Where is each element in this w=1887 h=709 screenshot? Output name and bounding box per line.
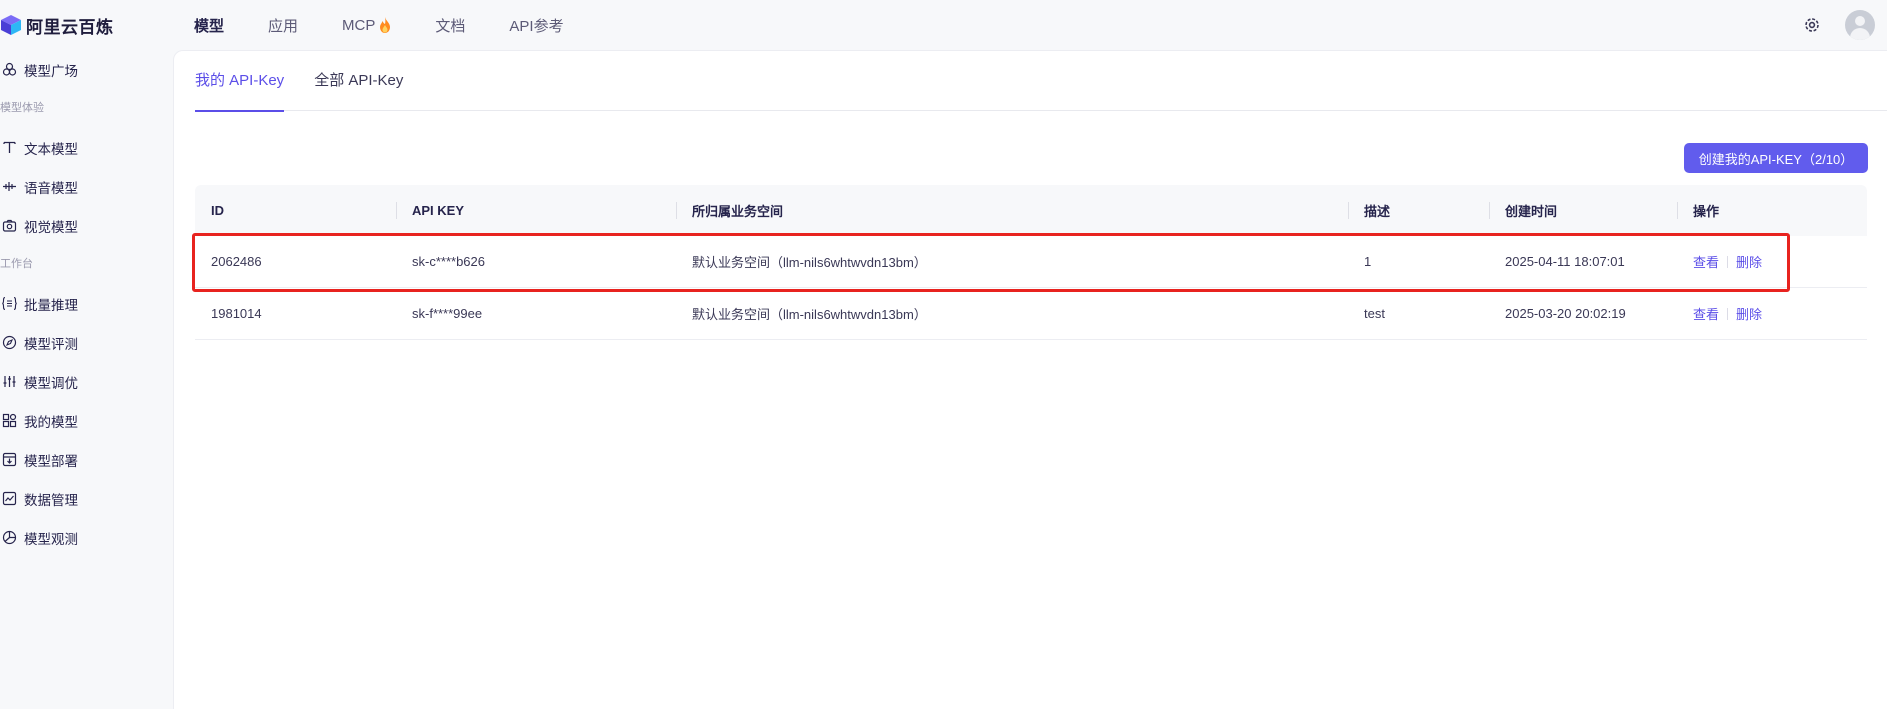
cell-id: 1981014	[211, 306, 262, 321]
sidebar-item-model-tuning[interactable]: 模型调优	[0, 362, 172, 401]
action-divider	[1727, 255, 1729, 268]
header-workspace: 所归属业务空间	[676, 185, 1348, 236]
header-api-key: API KEY	[396, 185, 676, 236]
sidebar-item-model-deploy[interactable]: 模型部署	[0, 440, 172, 479]
view-link[interactable]: 查看	[1693, 252, 1719, 271]
cell-id: 2062486	[211, 254, 262, 269]
main-panel: 我的 API-Key 全部 API-Key 创建我的API-KEY（2/10） …	[173, 50, 1887, 709]
header-actions: 操作	[1677, 185, 1867, 236]
grid-icon	[2, 413, 17, 428]
logo-icon	[1, 15, 21, 35]
logo[interactable]: 阿里云百炼	[0, 0, 194, 50]
api-key-table: ID API KEY 所归属业务空间 描述 创建时间 操作 2062486 sk…	[195, 185, 1867, 340]
sidebar-item-label: 模型观测	[24, 531, 78, 547]
sidebar-item-label: 模型广场	[24, 63, 78, 79]
tab-all-api-key[interactable]: 全部 API-Key	[314, 51, 403, 111]
header-id: ID	[211, 203, 224, 218]
sidebar-item-model-square[interactable]: 模型广场	[0, 50, 172, 89]
top-nav-mcp[interactable]: MCP	[342, 0, 391, 50]
cell-api-key: sk-f****99ee	[412, 306, 483, 321]
compass-icon	[2, 335, 17, 350]
sidebar-item-audio-model[interactable]: 语音模型	[0, 167, 172, 206]
audio-wave-icon	[3, 182, 16, 191]
sidebar-item-label: 语音模型	[24, 180, 78, 196]
table-row: 2062486 sk-c****b626 默认业务空间（llm-nils6wht…	[195, 236, 1867, 288]
cell-api-key: sk-c****b626	[412, 254, 485, 269]
tab-my-api-key[interactable]: 我的 API-Key	[195, 51, 285, 112]
batch-icon	[2, 296, 17, 311]
header-description: 描述	[1348, 185, 1489, 236]
sidebar-item-label: 模型调优	[24, 375, 78, 391]
tabs: 我的 API-Key 全部 API-Key	[195, 51, 1887, 112]
sidebar: 模型广场 模型体验 文本模型 语音模型 视觉模型 工作台 批量推理 模型评测 模…	[0, 50, 172, 709]
cell-created-time: 2025-03-20 20:02:19	[1505, 306, 1626, 321]
gear-icon[interactable]	[1803, 16, 1821, 34]
text-icon	[3, 141, 16, 153]
sidebar-item-label: 我的模型	[24, 414, 78, 430]
deploy-icon	[2, 452, 17, 467]
pie-icon	[2, 530, 17, 545]
sidebar-section-workbench: 工作台	[0, 258, 33, 270]
sidebar-item-model-observe[interactable]: 模型观测	[0, 518, 172, 557]
sidebar-item-label: 模型部署	[24, 453, 78, 469]
cell-actions: 查看 删除	[1677, 236, 1867, 287]
sidebar-item-vision-model[interactable]: 视觉模型	[0, 206, 172, 245]
sidebar-item-text-model[interactable]: 文本模型	[0, 128, 172, 167]
create-api-key-button[interactable]: 创建我的API-KEY（2/10）	[1684, 143, 1868, 173]
model-square-icon	[2, 62, 17, 76]
top-right-tools	[1803, 0, 1875, 50]
top-nav-docs[interactable]: 文档	[435, 0, 465, 50]
camera-icon	[2, 219, 17, 232]
top-nav-api-reference[interactable]: API参考	[509, 0, 563, 50]
chart-line-icon	[2, 491, 17, 506]
top-nav-mcp-label: MCP	[342, 16, 376, 34]
sliders-icon	[3, 376, 16, 387]
top-nav: 模型 应用 MCP 文档 API参考	[194, 0, 608, 50]
view-link[interactable]: 查看	[1693, 304, 1719, 323]
delete-link[interactable]: 删除	[1736, 252, 1762, 271]
cell-description: test	[1364, 306, 1385, 321]
table-header: ID API KEY 所归属业务空间 描述 创建时间 操作	[195, 185, 1867, 236]
sidebar-item-label: 模型评测	[24, 336, 78, 352]
sidebar-item-model-eval[interactable]: 模型评测	[0, 323, 172, 362]
sidebar-section-experience: 模型体验	[0, 102, 44, 114]
sidebar-item-label: 数据管理	[24, 492, 78, 508]
cell-workspace: 默认业务空间（llm-nils6whtwvdn13bm）	[692, 307, 927, 322]
header-created-time: 创建时间	[1489, 185, 1677, 236]
cell-created-time: 2025-04-11 18:07:01	[1505, 254, 1625, 269]
sidebar-item-label: 批量推理	[24, 297, 78, 313]
table-row: 1981014 sk-f****99ee 默认业务空间（llm-nils6wht…	[195, 288, 1867, 340]
top-nav-model[interactable]: 模型	[194, 0, 224, 50]
sidebar-item-label: 文本模型	[24, 141, 78, 157]
fire-icon	[380, 17, 391, 33]
sidebar-item-batch-inference[interactable]: 批量推理	[0, 284, 172, 323]
cell-actions: 查看 删除	[1677, 288, 1867, 339]
action-divider	[1727, 307, 1729, 320]
cell-description: 1	[1364, 254, 1372, 269]
sidebar-item-data-management[interactable]: 数据管理	[0, 479, 172, 518]
avatar[interactable]	[1845, 10, 1875, 40]
sidebar-item-my-models[interactable]: 我的模型	[0, 401, 172, 440]
cell-workspace: 默认业务空间（llm-nils6whtwvdn13bm）	[692, 255, 927, 270]
top-bar: 阿里云百炼 模型 应用 MCP 文档 API参考	[0, 0, 1887, 50]
app-name: 阿里云百炼	[26, 17, 114, 37]
top-nav-app[interactable]: 应用	[268, 0, 298, 50]
delete-link[interactable]: 删除	[1736, 304, 1762, 323]
sidebar-item-label: 视觉模型	[24, 219, 78, 235]
